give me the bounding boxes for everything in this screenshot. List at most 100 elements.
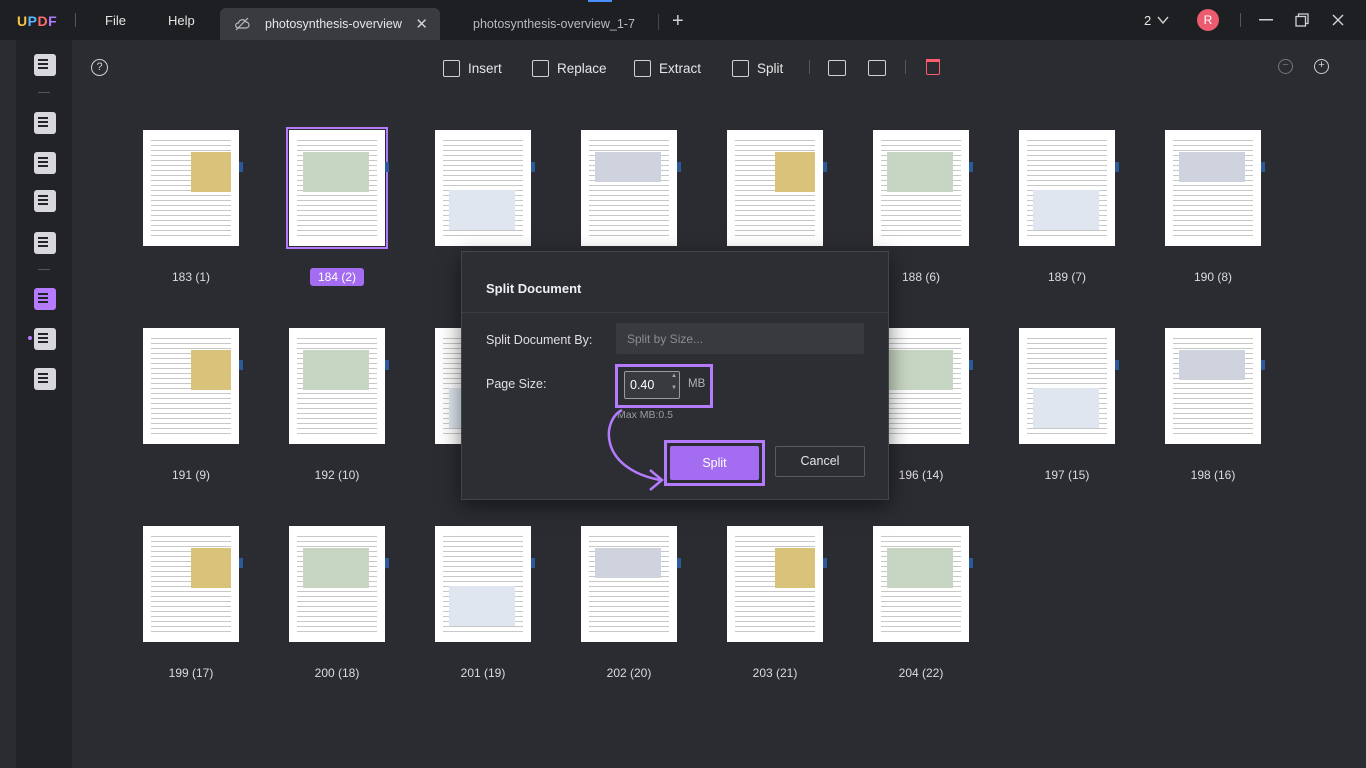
menu-file[interactable]: File [105, 13, 126, 28]
convert-icon[interactable] [34, 232, 56, 254]
page-label-text: 196 (14) [898, 468, 944, 482]
page-label-text: 188 (6) [901, 270, 941, 284]
window-count[interactable]: 2 [1144, 13, 1151, 28]
unit-label: MB [688, 378, 706, 390]
page-label-text: 197 (15) [1044, 468, 1090, 482]
rotate-left-icon [828, 60, 846, 76]
split-button[interactable]: Split [670, 446, 759, 480]
page-thumbnail[interactable] [143, 328, 243, 444]
spin-down-icon[interactable]: ▼ [671, 385, 677, 391]
page-edge-marker [239, 162, 243, 172]
page-edge-marker [1115, 360, 1119, 370]
rotate-right-button[interactable] [868, 58, 886, 78]
page-thumbnail[interactable] [1019, 130, 1119, 246]
page-thumbnail[interactable] [289, 328, 389, 444]
close-tab-icon[interactable]: ✕ [415, 15, 428, 33]
replace-button[interactable]: Replace [532, 58, 607, 78]
scrollbar[interactable] [1350, 40, 1366, 768]
page-figure-preview [303, 350, 369, 390]
page-thumbnail[interactable] [727, 526, 827, 642]
delete-icon[interactable] [926, 59, 940, 75]
page-figure-preview [595, 548, 661, 578]
page-label-text: 191 (9) [171, 468, 211, 482]
page-edge-marker [969, 360, 973, 370]
minimize-icon[interactable] [1259, 19, 1273, 21]
page-figure-preview [887, 548, 953, 588]
zoom-out-icon[interactable]: − [1278, 59, 1293, 74]
close-window-icon[interactable] [1332, 14, 1344, 26]
page-figure-preview [449, 190, 515, 230]
page-label: 183 (1) [143, 270, 239, 284]
page-thumbnail[interactable] [1165, 130, 1265, 246]
extract-button[interactable]: Extract [634, 58, 701, 78]
page-label: 191 (9) [143, 468, 239, 482]
split-by-select[interactable]: Split by Size... [616, 323, 864, 354]
add-tab-button[interactable]: + [672, 11, 684, 31]
page-thumbnail[interactable] [873, 526, 973, 642]
page-thumbnail[interactable] [727, 130, 827, 246]
divider [38, 269, 50, 270]
help-icon[interactable]: ? [91, 59, 108, 76]
page-label: 201 (19) [435, 666, 531, 680]
page-figure-preview [191, 548, 231, 588]
page-figure-preview [887, 350, 953, 390]
page-label: 190 (8) [1165, 270, 1261, 284]
page-label: 189 (7) [1019, 270, 1115, 284]
page-edge-marker [823, 558, 827, 568]
page-label-text: 198 (16) [1190, 468, 1236, 482]
zoom-in-icon[interactable]: + [1314, 59, 1329, 74]
spin-up-icon[interactable]: ▲ [671, 373, 677, 379]
layers-icon[interactable] [34, 368, 56, 390]
menu-help[interactable]: Help [168, 13, 195, 28]
avatar[interactable]: R [1197, 9, 1219, 31]
form-icon[interactable] [34, 190, 56, 212]
annotation-arrow [607, 408, 664, 491]
page-label: 184 (2) [289, 268, 385, 286]
page-thumbnail[interactable] [143, 526, 243, 642]
divider [75, 13, 76, 27]
page-thumbnail[interactable] [1165, 328, 1265, 444]
insert-label: Insert [468, 60, 502, 76]
tab-photosynthesis-overview-1-7[interactable]: photosynthesis-overview_1-7 [448, 8, 658, 40]
page-edge-marker [531, 162, 535, 172]
page-label-text: 189 (7) [1047, 270, 1087, 284]
rotate-left-button[interactable] [828, 58, 846, 78]
chevron-down-icon[interactable] [1157, 15, 1169, 25]
page-thumbnail[interactable] [873, 130, 973, 246]
tab-photosynthesis-overview[interactable]: photosynthesis-overview ✕ [220, 8, 440, 40]
split-toolbar-button[interactable]: Split [732, 58, 783, 78]
page-label: 202 (20) [581, 666, 677, 680]
organize-pages-icon[interactable] [34, 288, 56, 310]
page-thumbnail[interactable] [143, 130, 243, 246]
comment-icon[interactable] [34, 112, 56, 134]
divider [462, 312, 888, 313]
insert-button[interactable]: Insert [443, 58, 502, 78]
dialog-title: Split Document [486, 281, 582, 296]
page-thumbnail[interactable] [286, 127, 389, 249]
page-thumbnail[interactable] [435, 526, 535, 642]
page-thumbnail[interactable] [1019, 328, 1119, 444]
page-edge-marker [385, 558, 389, 568]
page-label-text: 204 (22) [898, 666, 944, 680]
page-thumbnail[interactable] [435, 130, 535, 246]
page-figure-preview [1179, 350, 1245, 380]
page-edge-marker [239, 360, 243, 370]
page-label-text: 202 (20) [606, 666, 652, 680]
page-thumbnail[interactable] [581, 130, 681, 246]
edit-icon[interactable] [34, 152, 56, 174]
page-edge-marker [1261, 360, 1265, 370]
page-edge-marker [823, 162, 827, 172]
reader-icon[interactable] [34, 54, 56, 76]
tab-label: photosynthesis-overview [265, 17, 402, 31]
page-thumbnail[interactable] [289, 526, 389, 642]
page-thumbnail[interactable] [581, 526, 681, 642]
divider [809, 60, 810, 74]
extract-icon [634, 59, 651, 77]
crop-icon[interactable] [34, 328, 56, 350]
page-figure-preview [595, 152, 661, 182]
page-label-text: 199 (17) [168, 666, 214, 680]
restore-icon[interactable] [1295, 13, 1309, 27]
page-edge-marker [385, 162, 389, 172]
page-size-highlight: 0.40 ▲ ▼ MB [615, 364, 713, 408]
cancel-button[interactable]: Cancel [775, 446, 865, 477]
